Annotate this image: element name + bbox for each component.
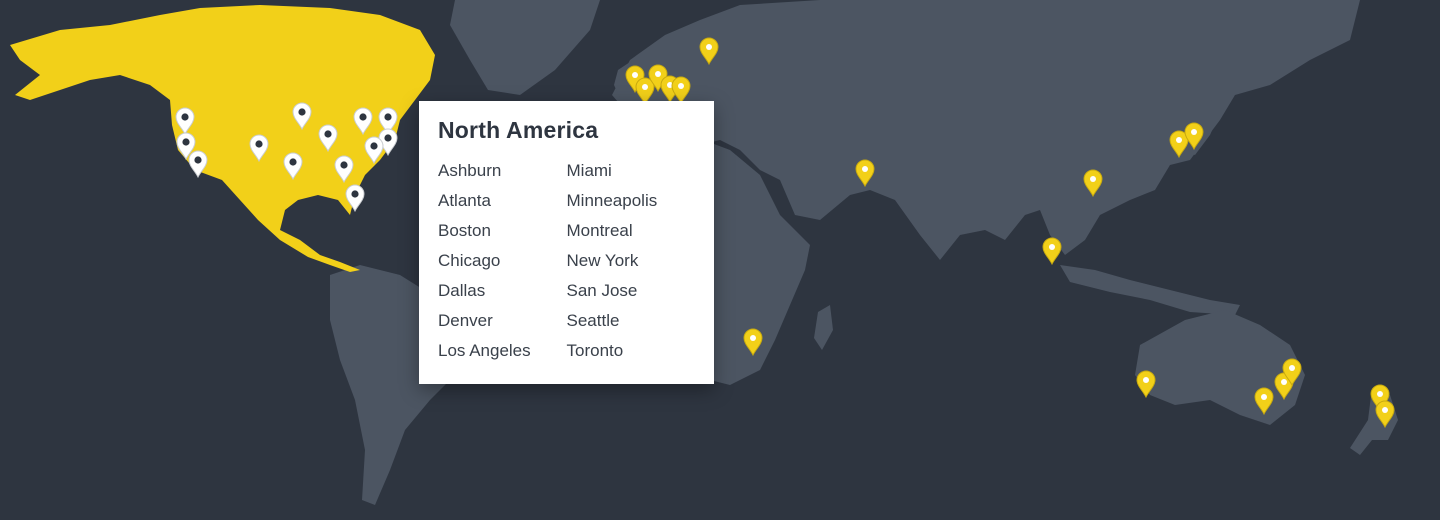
city-item: Chicago	[438, 251, 501, 270]
pin-dot	[182, 138, 190, 146]
pin-dot	[750, 335, 756, 341]
city-item: Denver	[438, 311, 493, 330]
popup-title: North America	[438, 117, 599, 143]
city-item: Atlanta	[438, 191, 491, 210]
pin-dot	[370, 142, 378, 150]
pin-dot	[1090, 176, 1096, 182]
pin-dot	[324, 130, 332, 138]
pin-dot	[194, 156, 202, 164]
pin-dot	[862, 166, 868, 172]
city-item: Ashburn	[438, 161, 502, 180]
pin-dot	[642, 84, 648, 90]
city-item: Dallas	[438, 281, 486, 300]
pin-dot	[1377, 391, 1383, 397]
pin-dot	[706, 44, 712, 50]
city-columns: Ashburn Atlanta Boston Chicago Dallas De…	[438, 156, 695, 366]
pin-dot	[1176, 137, 1182, 143]
pin-dot	[298, 108, 306, 116]
city-column-left: Ashburn Atlanta Boston Chicago Dallas De…	[438, 156, 567, 366]
pin-dot	[632, 72, 638, 78]
city-column-right: Miami Minneapolis Montreal New York San …	[567, 156, 696, 366]
pin-dot	[255, 140, 263, 148]
pin-dot	[1281, 379, 1287, 385]
pin-dot	[359, 113, 367, 121]
pin-dot	[384, 134, 392, 142]
pin-dot	[181, 113, 189, 121]
city-item: Seattle	[566, 311, 620, 330]
pin-dot	[384, 113, 392, 121]
pin-dot	[1261, 394, 1267, 400]
map-canvas	[0, 0, 1440, 520]
city-item: New York	[566, 251, 639, 270]
pin-dot	[655, 71, 661, 77]
city-item: Miami	[566, 161, 612, 180]
pin-dot	[1191, 129, 1197, 135]
city-item: Minneapolis	[566, 191, 658, 210]
world-map: North America Ashburn Atlanta Boston Chi…	[0, 0, 1440, 520]
pin-dot	[1143, 377, 1149, 383]
pin-dot	[340, 161, 348, 169]
pin-dot	[1382, 407, 1388, 413]
city-item: Toronto	[566, 341, 624, 360]
city-item: Montreal	[566, 221, 633, 240]
pin-dot	[1289, 365, 1295, 371]
city-item: Los Angeles	[438, 341, 531, 360]
pin-dot	[351, 190, 359, 198]
pin-dot	[289, 158, 297, 166]
city-item: San Jose	[566, 281, 638, 300]
pin-dot	[1049, 244, 1055, 250]
city-item: Boston	[438, 221, 491, 240]
pin-dot	[678, 83, 684, 89]
region-popup: North America Ashburn Atlanta Boston Chi…	[419, 101, 714, 384]
